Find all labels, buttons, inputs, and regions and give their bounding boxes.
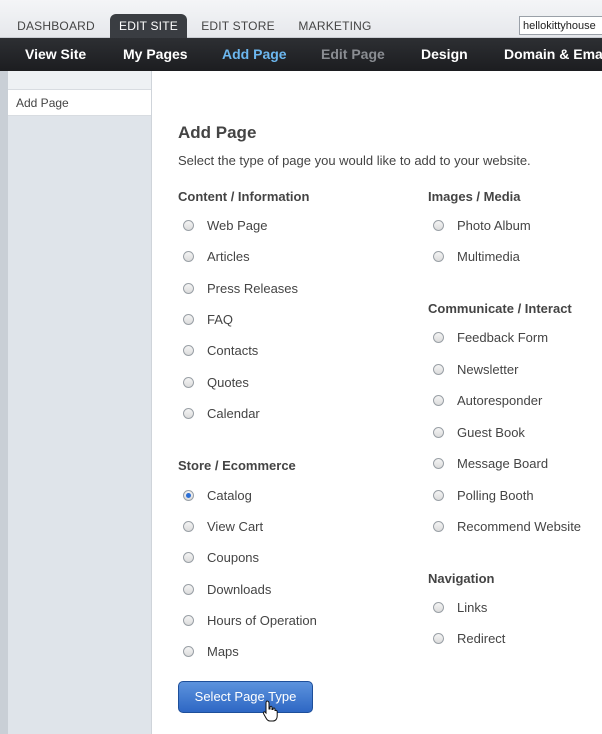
sidebar-edge (0, 71, 8, 734)
radio-icon[interactable] (433, 632, 444, 644)
option-press-releases[interactable]: Press Releases (183, 279, 298, 297)
option-polling-booth[interactable]: Polling Booth (433, 486, 534, 504)
section-title-images-media: Images / Media (428, 189, 521, 204)
radio-icon[interactable] (183, 344, 194, 356)
radio-icon[interactable] (433, 489, 444, 501)
option-feedback-form[interactable]: Feedback Form (433, 328, 548, 346)
option-autoresponder[interactable]: Autoresponder (433, 391, 542, 409)
option-calendar[interactable]: Calendar (183, 404, 260, 422)
nav-add-page[interactable]: Add Page (222, 38, 287, 71)
radio-icon[interactable] (183, 614, 194, 626)
option-catalog[interactable]: Catalog (183, 486, 252, 504)
option-label: Articles (207, 248, 250, 264)
option-label: Photo Album (457, 217, 531, 233)
radio-icon[interactable] (183, 407, 194, 419)
option-label: Coupons (207, 549, 260, 565)
top-tab-bar: DASHBOARD EDIT SITE EDIT STORE MARKETING (0, 0, 602, 40)
option-label: Maps (207, 643, 239, 659)
nav-my-pages[interactable]: My Pages (123, 38, 188, 71)
option-label: Press Releases (207, 280, 299, 296)
tab-edit-store[interactable]: EDIT STORE (196, 14, 280, 38)
option-label: View Cart (207, 518, 264, 534)
option-label: Recommend Website (457, 518, 582, 534)
page-subtitle: Select the type of page you would like t… (178, 153, 531, 168)
option-label: Polling Booth (457, 487, 534, 503)
option-label: FAQ (207, 311, 234, 327)
radio-icon[interactable] (183, 250, 194, 262)
option-label: Downloads (207, 581, 272, 597)
option-downloads[interactable]: Downloads (183, 580, 271, 598)
option-label: Web Page (207, 217, 268, 233)
section-title-communicate-interact: Communicate / Interact (428, 301, 572, 316)
option-newsletter[interactable]: Newsletter (433, 360, 518, 378)
nav-view-site[interactable]: View Site (25, 38, 86, 71)
option-label: Multimedia (457, 248, 520, 264)
section-title-navigation: Navigation (428, 571, 495, 586)
option-view-cart[interactable]: View Cart (183, 517, 263, 535)
option-maps[interactable]: Maps (183, 642, 239, 660)
sidebar-item-add-page[interactable]: Add Page (8, 89, 151, 116)
option-label: Links (457, 599, 488, 615)
option-label: Catalog (207, 487, 252, 503)
option-contacts[interactable]: Contacts (183, 341, 258, 359)
select-page-type-button[interactable]: Select Page Type (178, 681, 313, 713)
radio-icon[interactable] (183, 313, 194, 325)
radio-icon[interactable] (433, 394, 444, 406)
nav-edit-page: Edit Page (321, 46, 385, 62)
tab-dashboard[interactable]: DASHBOARD (12, 14, 100, 38)
radio-icon[interactable] (183, 520, 194, 532)
radio-icon[interactable] (433, 457, 444, 469)
option-quotes[interactable]: Quotes (183, 373, 249, 391)
radio-icon[interactable] (183, 376, 194, 388)
sidebar-header-gap (8, 71, 151, 89)
radio-icon[interactable] (183, 282, 194, 294)
option-links[interactable]: Links (433, 598, 487, 616)
page-title: Add Page (178, 123, 257, 142)
option-label: Hours of Operation (207, 612, 317, 628)
option-redirect[interactable]: Redirect (433, 629, 505, 647)
section-title-content-information: Content / Information (178, 189, 310, 204)
option-photo-album[interactable]: Photo Album (433, 216, 531, 234)
section-title-store-ecommerce: Store / Ecommerce (178, 458, 296, 473)
option-label: Message Board (457, 455, 549, 471)
radio-icon[interactable] (433, 520, 444, 532)
radio-icon[interactable] (183, 219, 194, 231)
site-name-field[interactable] (519, 16, 602, 35)
radio-icon[interactable] (183, 551, 194, 563)
hand-cursor-icon (262, 700, 278, 722)
nav-domain-email[interactable]: Domain & Emai (504, 38, 602, 71)
option-label: Newsletter (457, 361, 519, 377)
option-coupons[interactable]: Coupons (183, 548, 259, 566)
left-sidebar (0, 71, 152, 734)
radio-icon[interactable] (183, 583, 194, 595)
radio-icon[interactable] (433, 601, 444, 613)
nav-design[interactable]: Design (421, 38, 468, 71)
option-articles[interactable]: Articles (183, 247, 250, 265)
radio-icon[interactable] (433, 426, 444, 438)
radio-icon[interactable] (433, 250, 444, 262)
radio-icon[interactable] (433, 331, 444, 343)
main-nav-bar: View Site My Pages Add Page Edit Page De… (0, 38, 602, 71)
option-web-page[interactable]: Web Page (183, 216, 267, 234)
option-label: Calendar (207, 405, 260, 421)
option-multimedia[interactable]: Multimedia (433, 247, 520, 265)
option-label: Contacts (207, 342, 259, 358)
option-faq[interactable]: FAQ (183, 310, 233, 328)
tab-edit-site[interactable]: EDIT SITE (110, 14, 187, 40)
radio-icon[interactable] (433, 363, 444, 375)
option-label: Guest Book (457, 424, 525, 440)
option-label: Autoresponder (457, 392, 543, 408)
option-hours-of-operation[interactable]: Hours of Operation (183, 611, 317, 629)
option-message-board[interactable]: Message Board (433, 454, 548, 472)
option-label: Feedback Form (457, 329, 549, 345)
tab-marketing[interactable]: MARKETING (292, 14, 378, 38)
option-label: Redirect (457, 630, 506, 646)
radio-icon[interactable] (183, 645, 194, 657)
radio-selected-icon[interactable] (183, 489, 194, 501)
option-recommend-website[interactable]: Recommend Website (433, 517, 581, 535)
option-label: Quotes (207, 374, 249, 390)
option-guest-book[interactable]: Guest Book (433, 423, 525, 441)
radio-icon[interactable] (433, 219, 444, 231)
